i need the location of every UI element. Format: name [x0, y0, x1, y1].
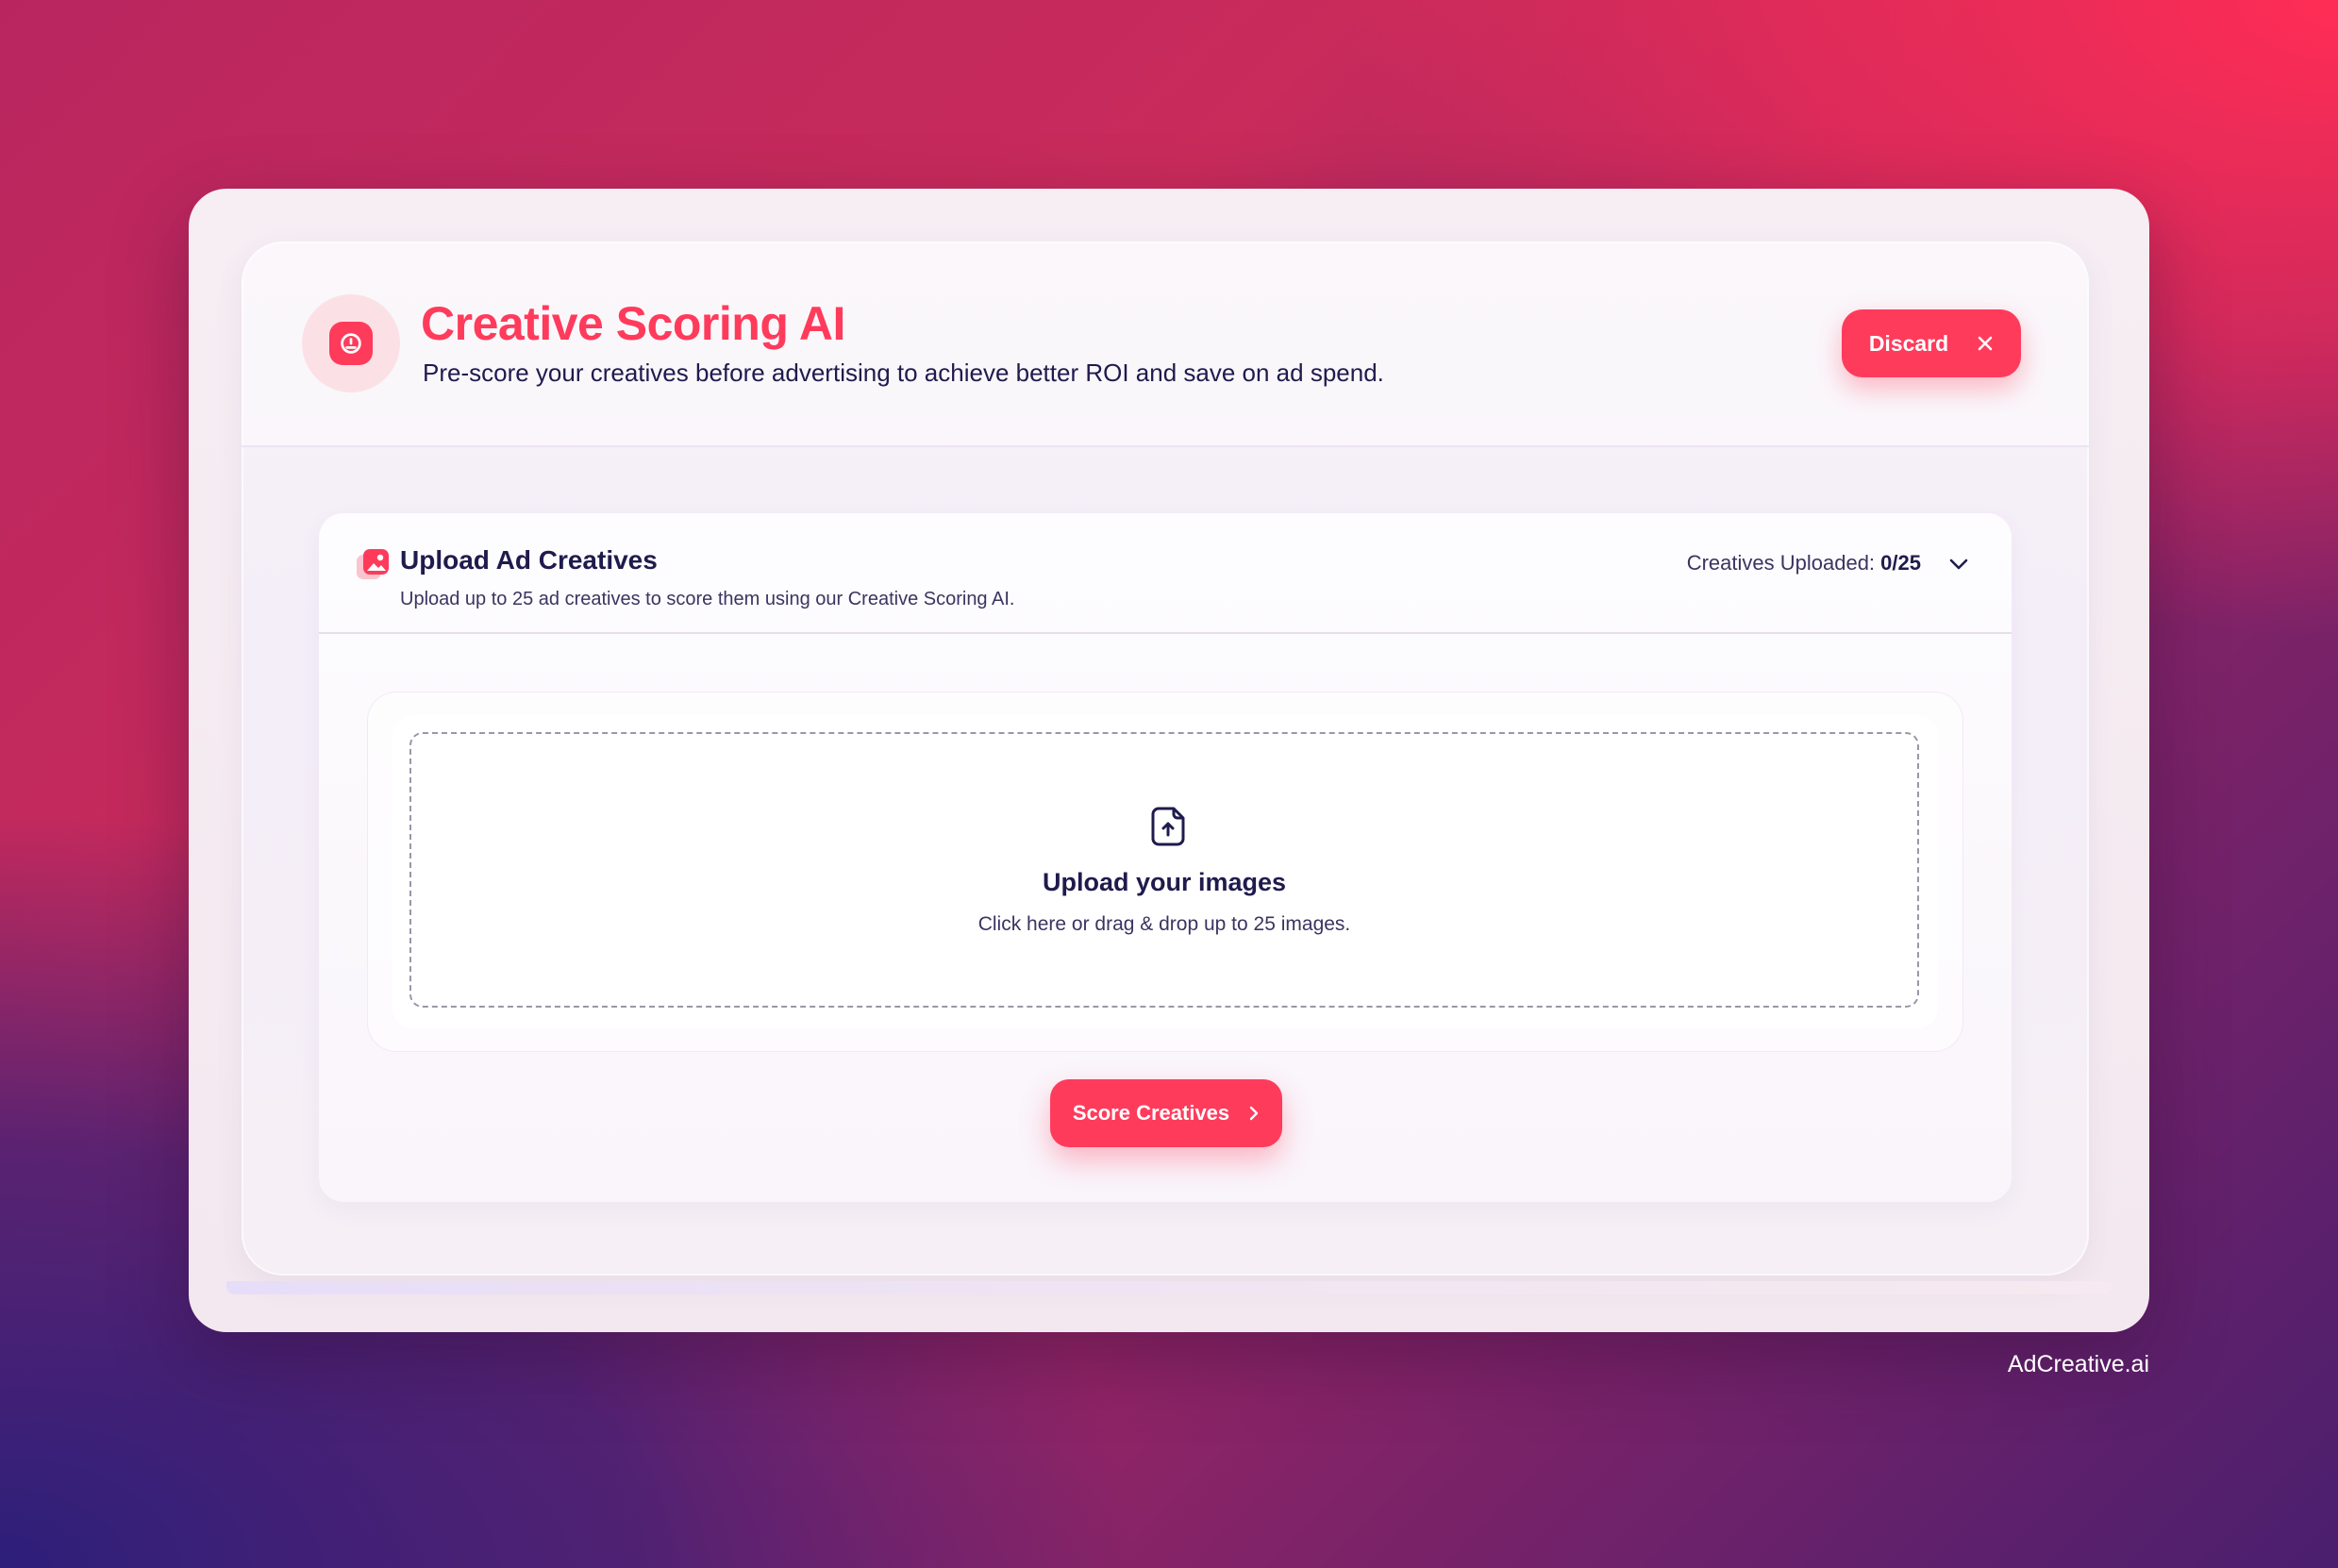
upload-card-title: Upload Ad Creatives	[400, 545, 658, 575]
brand-watermark: AdCreative.ai	[2007, 1351, 2149, 1377]
dropzone-surface: Upload your images Click here or drag & …	[392, 715, 1938, 1028]
collapse-toggle[interactable]	[1944, 549, 1974, 579]
app-frame: Creative Scoring AI Pre-score your creat…	[189, 189, 2149, 1332]
gauge-icon	[329, 322, 373, 365]
dropzone-subtitle: Click here or drag & drop up to 25 image…	[977, 913, 1351, 935]
counter-value: 0/25	[1880, 551, 1921, 575]
images-icon	[357, 549, 389, 579]
discard-button-label: Discard	[1868, 330, 1949, 356]
header-icon-badge	[302, 294, 400, 392]
main-panel: Creative Scoring AI Pre-score your creat…	[242, 242, 2089, 1276]
image-dropzone[interactable]: Upload your images Click here or drag & …	[409, 732, 1919, 1008]
chevron-down-icon	[1949, 559, 1968, 570]
page-title: Creative Scoring AI	[421, 297, 845, 350]
file-upload-icon	[1151, 807, 1185, 846]
score-creatives-label: Score Creatives	[1072, 1101, 1230, 1125]
score-creatives-button[interactable]: Score Creatives	[1050, 1079, 1282, 1147]
counter-label: Creatives Uploaded:	[1686, 551, 1876, 575]
creatives-uploaded-counter: Creatives Uploaded: 0/25	[1687, 551, 1921, 575]
upload-creatives-card: Upload Ad Creatives Upload up to 25 ad c…	[319, 513, 2012, 1202]
upload-card-subtitle: Upload up to 25 ad creatives to score th…	[400, 589, 1015, 609]
page-subtitle: Pre-score your creatives before advertis…	[423, 359, 1384, 387]
discard-button[interactable]: Discard	[1842, 309, 2021, 377]
chevron-right-icon	[1249, 1106, 1259, 1121]
page-header: Creative Scoring AI Pre-score your creat…	[242, 242, 2089, 447]
close-icon	[1978, 336, 1993, 351]
dropzone-title: Upload your images	[1042, 868, 1287, 896]
dropzone-container: Upload your images Click here or drag & …	[368, 692, 1962, 1051]
upload-card-header[interactable]: Upload Ad Creatives Upload up to 25 ad c…	[319, 513, 2012, 634]
